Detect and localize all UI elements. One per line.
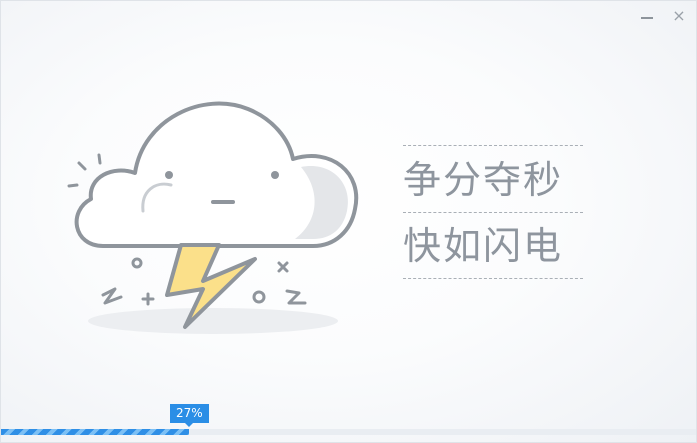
cloud-eye-right [271,171,279,179]
slogan-divider-top [403,145,583,146]
cloud-eye-left [165,171,173,179]
slogan-line-2: 快如闪电 [403,224,564,268]
progress-percent-badge: 27% [170,404,209,427]
minimize-icon [641,17,653,19]
progress-bar [1,429,696,435]
loading-window: × 争分夺秒 快如闪电 27% [0,0,697,443]
ray-1 [67,183,79,188]
sparkle-zigzag-left [101,287,123,305]
minimize-button[interactable] [638,7,656,25]
slogan-divider-bottom [403,278,583,279]
slogan: 争分夺秒 快如闪电 [403,145,583,279]
cloud-lightning-icon [67,101,359,334]
close-icon: × [672,6,686,25]
close-button[interactable]: × [670,7,688,25]
ray-2 [77,161,87,171]
ground-shadow [88,308,338,334]
sparkle-zigzag-right [285,289,307,305]
progress-bar-fill [1,429,189,435]
slogan-divider-middle [403,212,583,213]
sparkle-circle-right [252,290,266,304]
sparkle-circle-left [131,257,143,269]
slogan-line-1: 争分夺秒 [403,158,564,202]
ray-3 [97,153,102,165]
